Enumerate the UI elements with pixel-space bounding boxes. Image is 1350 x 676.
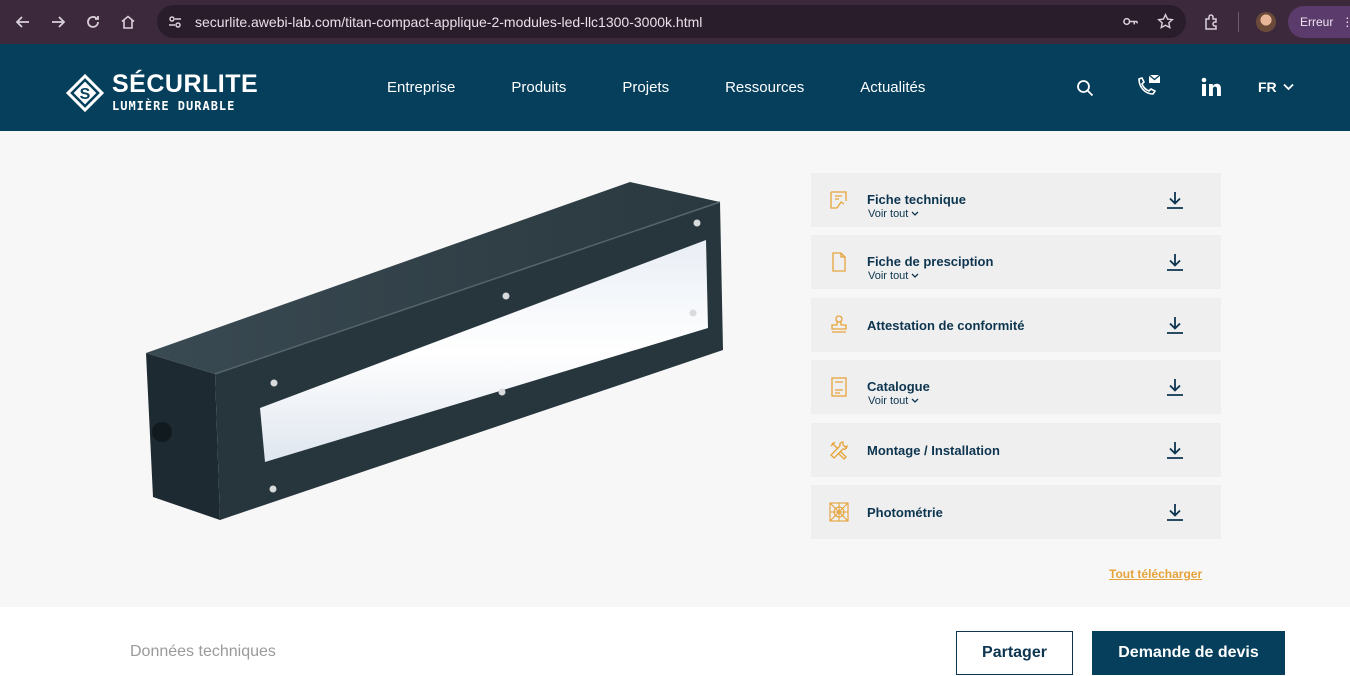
download-row-fiche-technique[interactable]: Fiche technique Voir tout — [811, 173, 1221, 227]
download-all-link[interactable]: Tout télécharger — [1109, 567, 1202, 581]
profile-error-badge[interactable]: Erreur ⋮ — [1288, 6, 1350, 38]
site-header: S SÉCURLITE LUMIÈRE DURABLE Entreprise P… — [0, 44, 1350, 131]
logo-mark-icon: S — [65, 73, 105, 112]
download-title: Photométrie — [867, 504, 943, 520]
document-icon — [832, 252, 846, 273]
download-icon[interactable] — [1165, 252, 1185, 272]
see-all-link[interactable]: Voir tout — [868, 395, 919, 407]
browser-toolbar: securlite.awebi-lab.com/titan-compact-ap… — [0, 0, 1350, 44]
chevron-down-icon — [911, 273, 919, 279]
download-row-attestation[interactable]: Attestation de conformité — [811, 297, 1221, 352]
address-bar[interactable]: securlite.awebi-lab.com/titan-compact-ap… — [157, 5, 1186, 38]
profile-avatar[interactable] — [1256, 12, 1276, 32]
download-row-montage[interactable]: Montage / Installation — [811, 422, 1221, 477]
star-icon[interactable] — [1157, 13, 1174, 30]
nav-entreprise[interactable]: Entreprise — [387, 79, 455, 96]
download-row-catalogue[interactable]: Catalogue Voir tout — [811, 360, 1221, 415]
download-icon[interactable] — [1165, 440, 1185, 460]
forward-icon[interactable] — [46, 10, 70, 34]
home-icon[interactable] — [116, 10, 140, 34]
toolbar-separator — [1238, 12, 1239, 32]
tech-data-tab[interactable]: Données techniques — [130, 643, 276, 661]
download-row-photometrie[interactable]: Photométrie — [811, 484, 1221, 539]
chevron-down-icon — [911, 398, 919, 404]
reload-icon[interactable] — [81, 10, 105, 34]
quote-request-button[interactable]: Demande de devis — [1092, 631, 1285, 675]
see-all-label: Voir tout — [868, 270, 909, 283]
stamp-icon — [831, 315, 847, 333]
see-all-link[interactable]: Voir tout — [868, 208, 919, 220]
download-icon[interactable] — [1165, 377, 1185, 397]
downloads-panel: Fiche technique Voir tout Fiche de presc… — [811, 173, 1221, 547]
language-label: FR — [1258, 79, 1277, 95]
product-image — [146, 182, 723, 520]
download-icon[interactable] — [1165, 315, 1185, 335]
nav-projets[interactable]: Projets — [622, 79, 669, 96]
tools-icon — [830, 440, 848, 460]
svg-text:S: S — [80, 86, 91, 103]
nav-ressources[interactable]: Ressources — [725, 79, 804, 96]
see-all-link[interactable]: Voir tout — [868, 270, 919, 282]
download-title: Montage / Installation — [867, 442, 1000, 458]
main-nav: Entreprise Produits Projets Ressources A… — [387, 79, 981, 96]
language-selector[interactable]: FR — [1258, 79, 1294, 95]
site-info-icon[interactable] — [167, 14, 183, 30]
tech-sheet-icon — [830, 191, 847, 209]
profile-status: Erreur — [1300, 15, 1334, 29]
download-icon[interactable] — [1165, 502, 1185, 522]
download-title: Catalogue — [867, 379, 930, 395]
key-icon[interactable] — [1122, 13, 1139, 30]
share-button[interactable]: Partager — [956, 631, 1073, 675]
chevron-down-icon — [1283, 83, 1294, 91]
logo-tagline: LUMIÈRE DURABLE — [112, 99, 236, 113]
download-icon[interactable] — [1165, 190, 1185, 210]
site-logo[interactable]: S SÉCURLITE LUMIÈRE DURABLE — [65, 72, 258, 113]
download-row-fiche-prescription[interactable]: Fiche de presciption Voir tout — [811, 235, 1221, 290]
nav-produits[interactable]: Produits — [511, 79, 566, 96]
nav-actualites[interactable]: Actualités — [860, 79, 925, 96]
photometry-icon — [829, 502, 849, 522]
see-all-label: Voir tout — [868, 208, 909, 220]
download-title: Fiche de presciption — [867, 254, 994, 270]
search-icon[interactable] — [1076, 79, 1094, 97]
menu-icon[interactable]: ⋮ — [1341, 15, 1350, 29]
extensions-icon[interactable] — [1203, 13, 1221, 31]
download-title: Attestation de conformité — [867, 317, 1025, 333]
bottom-action-bar: Données techniques Partager Demande de d… — [0, 607, 1350, 676]
catalogue-icon — [831, 377, 847, 397]
phone-mail-icon[interactable] — [1136, 74, 1162, 98]
back-icon[interactable] — [11, 10, 35, 34]
chevron-down-icon — [911, 211, 919, 216]
url-text[interactable]: securlite.awebi-lab.com/titan-compact-ap… — [195, 14, 702, 30]
download-title: Fiche technique — [867, 192, 966, 207]
see-all-label: Voir tout — [868, 395, 909, 408]
logo-name: SÉCURLITE — [112, 70, 259, 98]
linkedin-icon[interactable] — [1201, 77, 1221, 97]
